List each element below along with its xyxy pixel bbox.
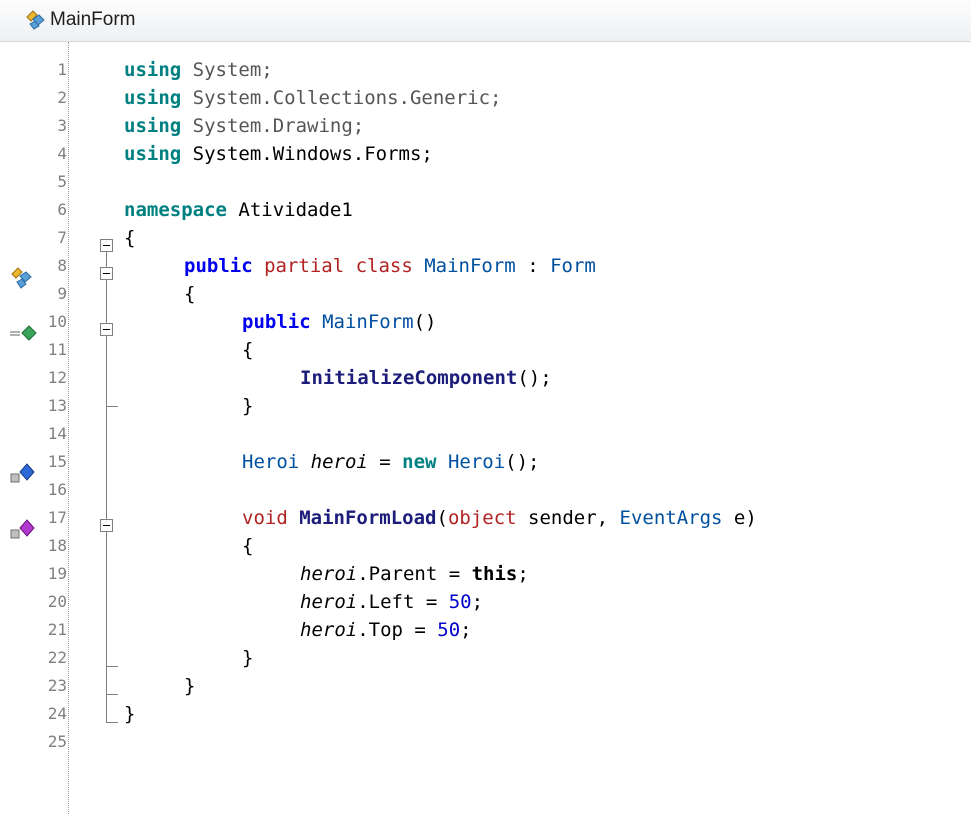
line-number: 1 bbox=[57, 60, 67, 79]
fold-end-namespace bbox=[106, 722, 118, 723]
code-line-21: heroi.Top = 50; bbox=[300, 619, 472, 641]
code-line-4: using System.Windows.Forms; bbox=[124, 143, 433, 165]
code-line-3: using System.Drawing; bbox=[124, 115, 365, 137]
collapse-class-button[interactable] bbox=[100, 267, 113, 280]
line-number: 2 bbox=[57, 88, 67, 107]
code-line-2: using System.Collections.Generic; bbox=[124, 87, 502, 109]
fold-end-class bbox=[106, 694, 118, 695]
gutter-separator bbox=[68, 42, 69, 814]
fold-end-method bbox=[106, 666, 118, 667]
code-line-7: { bbox=[124, 227, 136, 249]
code-line-15: Heroi heroi = new Heroi(); bbox=[242, 451, 540, 473]
line-number: 7 bbox=[57, 228, 67, 247]
line-number: 24 bbox=[47, 704, 67, 723]
class-icon bbox=[11, 267, 32, 289]
document-tab[interactable]: MainForm bbox=[0, 0, 971, 42]
code-editor[interactable]: 1 2 3 4 5 6 7 8 9 10 11 12 13 14 15 16 1… bbox=[0, 42, 971, 814]
line-number: 10 bbox=[47, 312, 67, 331]
field-icon bbox=[10, 463, 35, 483]
line-number: 8 bbox=[57, 256, 67, 275]
code-line-11: { bbox=[242, 339, 254, 361]
code-line-9: { bbox=[184, 283, 196, 305]
code-line-12: InitializeComponent(); bbox=[300, 367, 552, 389]
line-number: 18 bbox=[47, 536, 67, 555]
code-line-1: using System; bbox=[124, 59, 273, 81]
line-number: 22 bbox=[47, 648, 67, 667]
code-line-8: public partial class MainForm : Form bbox=[184, 255, 596, 277]
collapse-method-button[interactable] bbox=[100, 519, 113, 532]
collapse-namespace-button[interactable] bbox=[100, 239, 113, 252]
code-line-23: } bbox=[184, 675, 196, 697]
line-number: 3 bbox=[57, 116, 67, 135]
code-line-6: namespace Atividade1 bbox=[124, 199, 353, 221]
line-number: 4 bbox=[57, 144, 67, 163]
line-number: 21 bbox=[47, 620, 67, 639]
code-line-22: } bbox=[242, 647, 254, 669]
line-number: 23 bbox=[47, 676, 67, 695]
line-number: 25 bbox=[47, 732, 67, 751]
line-number: 16 bbox=[47, 480, 67, 499]
code-line-24: } bbox=[124, 703, 136, 725]
constructor-icon bbox=[10, 325, 37, 341]
line-number: 15 bbox=[47, 452, 67, 471]
code-line-19: heroi.Parent = this; bbox=[300, 563, 529, 585]
line-number: 9 bbox=[57, 284, 67, 303]
line-number: 12 bbox=[47, 368, 67, 387]
line-number: 5 bbox=[57, 172, 67, 191]
fold-end-constructor bbox=[106, 406, 118, 407]
tab-title: MainForm bbox=[50, 9, 136, 30]
line-number: 19 bbox=[47, 564, 67, 583]
code-line-13: } bbox=[242, 395, 254, 417]
line-number: 14 bbox=[47, 424, 67, 443]
code-line-17: void MainFormLoad(object sender, EventAr… bbox=[242, 507, 757, 529]
class-icon bbox=[26, 10, 45, 30]
icon-margin bbox=[0, 42, 40, 814]
line-number: 17 bbox=[47, 508, 67, 527]
line-number: 13 bbox=[47, 396, 67, 415]
code-line-20: heroi.Left = 50; bbox=[300, 591, 484, 613]
collapse-constructor-button[interactable] bbox=[100, 323, 113, 336]
code-line-18: { bbox=[242, 535, 254, 557]
line-number: 6 bbox=[57, 200, 67, 219]
code-line-10: public MainForm() bbox=[242, 311, 437, 333]
method-icon bbox=[10, 519, 35, 539]
line-number: 20 bbox=[47, 592, 67, 611]
line-number: 11 bbox=[47, 340, 67, 359]
